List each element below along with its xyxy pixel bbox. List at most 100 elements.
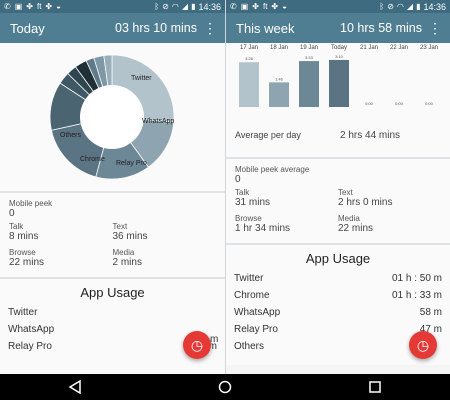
donut-label-others: Others (60, 132, 82, 139)
mobile-peek-value: 0 (235, 174, 241, 185)
toolbar-title: This week (236, 20, 295, 36)
bar-18-jan (269, 82, 289, 107)
app-row-twitter[interactable]: Twitter 01 h : 50 m (226, 270, 450, 287)
text-label: Text (338, 188, 353, 197)
app-time: 58 m (419, 307, 442, 318)
bar-day-label: 21 Jan (360, 45, 378, 51)
clock-icon: ◷ (190, 336, 204, 353)
image-icon: ▣ (240, 2, 249, 11)
weekly-bar-chart: 17 Jan 3:26 18 Jan 1:46 19 Jan 3:33 Today 3:10 2… (239, 45, 438, 107)
donut-label-relay-pro: Relay Pro (116, 160, 147, 167)
app-name: Others (234, 341, 265, 352)
donut-label-twitter: Twitter (131, 75, 152, 82)
status-bar: ✆ ▣ ✤ ft ✤ ◒ ᛒ ⊘ ◠ ◢ ▮ 14:36 (0, 0, 225, 13)
clock-icon: ◷ (416, 336, 430, 353)
stats-card: Mobile peek average 0 Talk 31 mins Text 2 … (226, 159, 450, 243)
text-label: Text (112, 222, 128, 231)
donut-card: Twitter WhatsApp Relay Pro Chrome Others (0, 43, 225, 191)
bar-value-label: 3:26 (245, 56, 254, 61)
mute-icon: ⊘ (387, 2, 394, 11)
talk-label: Talk (235, 188, 250, 197)
average-value: 2 hrs 44 mins (340, 129, 401, 141)
media-value: 2 mins (112, 257, 142, 268)
back-button[interactable] (45, 380, 105, 394)
android-icon: ◒ (56, 2, 61, 11)
app-usage-card: App Usage Twitter WhatsApp Relay Pro27 m (0, 279, 225, 379)
browse-label: Browse (9, 248, 36, 257)
toolbar: This week 10 hrs 58 mins ⋮ (226, 13, 450, 43)
bar-value-label: 0:00 (425, 101, 434, 106)
timer-fab[interactable]: ◷ (183, 331, 211, 359)
app-name: Twitter (8, 307, 38, 318)
media-label: Media (112, 248, 135, 257)
mobile-peek-label: Mobile peek average (235, 165, 310, 174)
talk-value: 31 mins (235, 197, 271, 208)
talk-label: Talk (9, 222, 24, 231)
toolbar-title: Today (10, 20, 45, 36)
recents-button[interactable] (345, 380, 405, 394)
average-row: Average per day 2 hrs 44 mins (226, 113, 450, 157)
app-time: 01 h : 33 m (391, 290, 442, 301)
overflow-menu-icon[interactable]: ⋮ (428, 20, 442, 37)
bar-value-label: 3:33 (305, 55, 314, 60)
pinwheel-icon: ✤ (271, 2, 279, 11)
toolbar-total: 10 hrs 58 mins (340, 21, 422, 35)
text-value: 36 mins (112, 231, 148, 242)
app-name: WhatsApp (8, 324, 55, 335)
pinwheel-icon: ✤ (252, 2, 259, 11)
app-name: Chrome (234, 290, 270, 301)
navigation-bar (0, 374, 450, 400)
bar-19-jan (299, 61, 319, 107)
mobile-peek-label: Mobile peek (9, 199, 53, 208)
stats-card: Mobile peek 0 Talk 8 mins Text 36 mins Bro… (0, 193, 225, 277)
signal-icon: ◢ (406, 2, 414, 11)
bar-value-label: 0:00 (365, 101, 374, 106)
battery-icon: ▮ (416, 2, 421, 11)
home-button[interactable] (195, 380, 255, 394)
app-time: 01 h : 50 m (391, 273, 442, 284)
bar-day-label: 17 Jan (240, 45, 258, 51)
bluetooth-icon: ᛒ (154, 2, 160, 11)
today-pane: ✆ ▣ ✤ ft ✤ ◒ ᛒ ⊘ ◠ ◢ ▮ 14:36 Today 03 hr… (0, 0, 225, 400)
app-row-chrome[interactable]: Chrome 01 h : 33 m (226, 287, 450, 304)
this-week-pane: ✆ ▣ ✤ ft ✤ ◒ ᛒ ⊘ ◠ ◢ ▮ 14:36 This week 1… (225, 0, 450, 400)
bar-day-label: 23 Jan (420, 45, 438, 51)
back-icon (68, 380, 81, 394)
battery-icon: ▮ (191, 2, 196, 11)
app-name: Relay Pro (8, 341, 52, 352)
app-name: WhatsApp (234, 307, 281, 318)
app-usage-title: App Usage (80, 285, 145, 300)
wifi-icon: ◠ (396, 2, 404, 11)
media-label: Media (338, 214, 360, 223)
bar-17-jan (239, 62, 259, 107)
status-bar: ✆ ▣ ✤ ft ✤ ◒ ᛒ ⊘ ◠ ◢ ▮ 14:36 (226, 0, 450, 13)
media-value: 22 mins (338, 223, 374, 234)
pinwheel-icon: ✤ (26, 2, 33, 11)
bar-value-label: 0:00 (395, 101, 404, 106)
recents-icon (369, 381, 381, 393)
browse-value: 22 mins (9, 257, 45, 268)
whatsapp-icon: ✆ (230, 2, 237, 11)
timer-fab[interactable]: ◷ (409, 331, 437, 359)
donut-hole (80, 85, 144, 149)
app-usage-title: App Usage (305, 251, 371, 266)
bluetooth-icon: ᛒ (379, 2, 385, 11)
toolbar-total: 03 hrs 10 mins (115, 21, 197, 35)
bar-value-label: 1:46 (275, 76, 284, 81)
bar-day-label: 19 Jan (300, 45, 318, 51)
overflow-menu-icon[interactable]: ⋮ (203, 20, 217, 37)
app-time-partial: m (210, 334, 219, 345)
app-name: Twitter (234, 273, 264, 284)
donut-chart: Twitter WhatsApp Relay Pro Chrome Others (49, 54, 174, 180)
home-icon (218, 380, 232, 394)
app-row-twitter[interactable]: Twitter (0, 304, 225, 321)
bar-value-label: 3:10 (335, 54, 344, 59)
android-icon: ◒ (282, 2, 287, 11)
app-row-whatsapp[interactable]: WhatsApp 58 m (226, 304, 450, 321)
image-icon: ▣ (14, 2, 23, 11)
text-value: 2 hrs 0 mins (338, 197, 393, 208)
wifi-icon: ◠ (171, 2, 179, 11)
toolbar: Today 03 hrs 10 mins ⋮ (0, 13, 225, 43)
average-label: Average per day (235, 130, 301, 140)
pinwheel-icon: ✤ (45, 2, 53, 11)
